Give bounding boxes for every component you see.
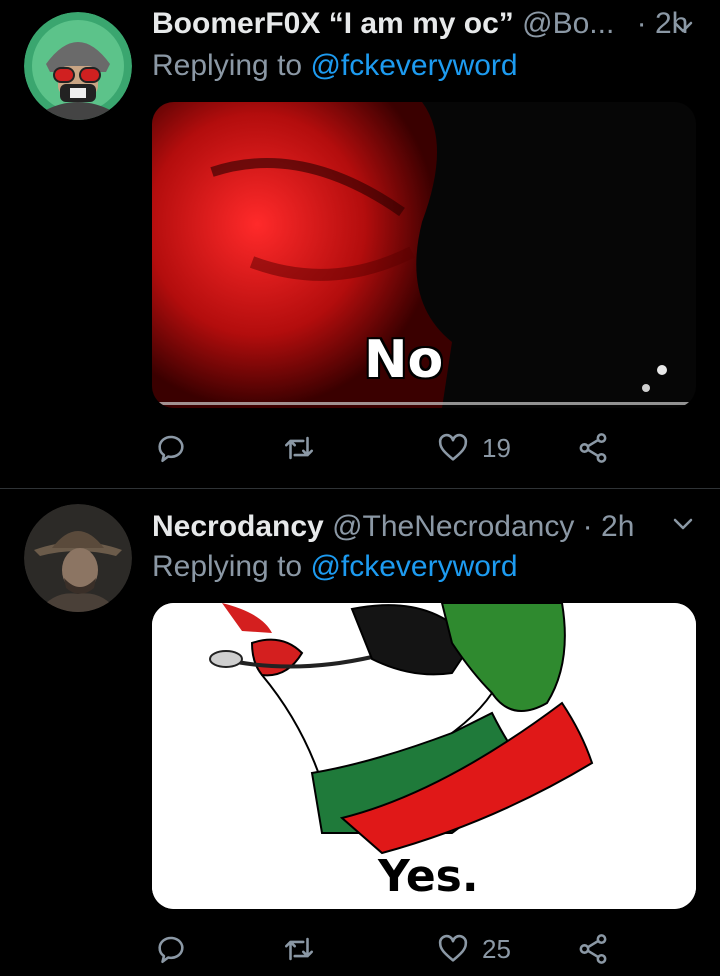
tweet-actions: 19 — [152, 428, 672, 468]
author-handle[interactable]: @Bo... — [522, 7, 614, 40]
image-caption: No — [364, 330, 444, 390]
like-count: 19 — [482, 432, 511, 463]
retweet-button[interactable] — [282, 428, 316, 468]
tweet-actions: 25 — [152, 929, 672, 969]
avatar[interactable] — [24, 12, 132, 120]
tweet-header: Necrodancy @TheNecrodancy · 2h — [152, 509, 634, 545]
author-name[interactable]: BoomerF0X “I am my oc” — [152, 7, 514, 40]
reply-button[interactable] — [154, 929, 188, 969]
replying-to: Replying to @fckeveryword — [152, 48, 518, 84]
replying-prefix: Replying to — [152, 550, 303, 583]
share-icon — [579, 934, 607, 964]
tweet-time[interactable]: 2h — [601, 510, 634, 543]
retweet-icon — [284, 937, 314, 961]
like-button[interactable]: 19 — [436, 428, 511, 468]
tweet[interactable]: BoomerF0X “I am my oc” @Bo... · 2h Reply… — [0, 0, 720, 488]
author-name[interactable]: Necrodancy — [152, 510, 324, 543]
replying-to: Replying to @fckeveryword — [152, 549, 518, 585]
share-button[interactable] — [576, 929, 610, 969]
chevron-down-icon[interactable] — [670, 511, 696, 537]
mention-link[interactable]: @fckeveryword — [310, 49, 517, 82]
share-icon — [579, 433, 607, 463]
avatar[interactable] — [24, 504, 132, 612]
separator-dot: · — [636, 7, 647, 40]
like-icon — [438, 934, 468, 962]
chevron-down-icon[interactable] — [670, 14, 696, 40]
tweet-image[interactable]: Yes. — [152, 603, 696, 909]
replying-prefix: Replying to — [152, 49, 303, 82]
tweet-image[interactable]: No — [152, 102, 696, 408]
retweet-icon — [284, 436, 314, 460]
like-count: 25 — [482, 933, 511, 964]
reply-icon — [158, 435, 184, 463]
share-button[interactable] — [576, 428, 610, 468]
tweet[interactable]: Necrodancy @TheNecrodancy · 2h Replying … — [0, 489, 720, 976]
separator-dot: · — [582, 510, 593, 543]
image-caption: Yes. — [378, 851, 479, 902]
like-button[interactable]: 25 — [436, 929, 511, 969]
mention-link[interactable]: @fckeveryword — [310, 550, 517, 583]
tweet-header: BoomerF0X “I am my oc” @Bo... · 2h — [152, 6, 688, 42]
reply-icon — [158, 936, 184, 964]
author-handle[interactable]: @TheNecrodancy — [332, 510, 574, 543]
like-icon — [438, 433, 468, 461]
reply-button[interactable] — [154, 428, 188, 468]
retweet-button[interactable] — [282, 929, 316, 969]
